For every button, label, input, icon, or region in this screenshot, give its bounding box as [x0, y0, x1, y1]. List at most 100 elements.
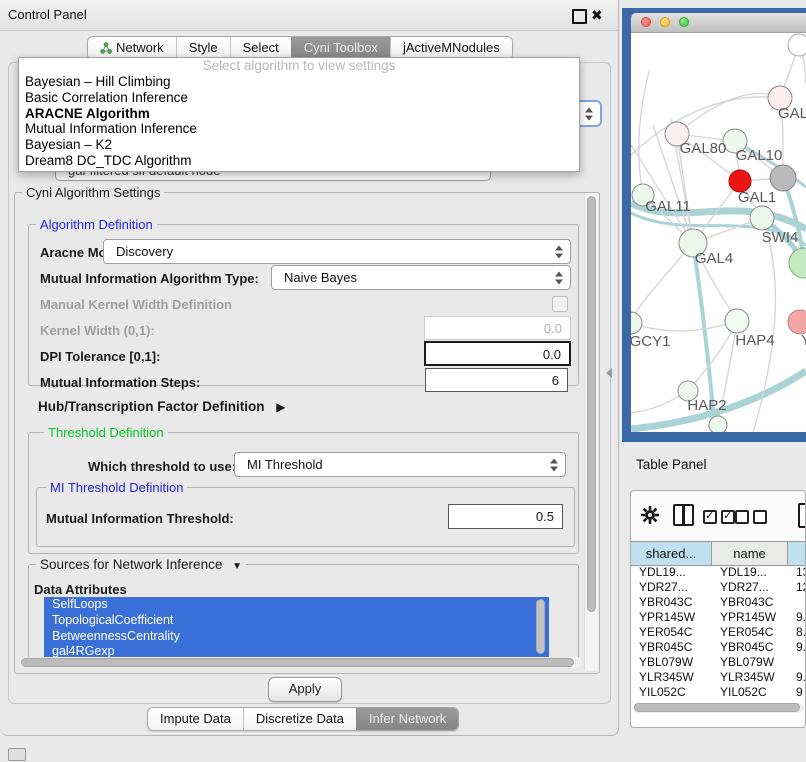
show-columns-icon[interactable]: [703, 510, 739, 529]
column-header-partial[interactable]: A: [788, 542, 806, 565]
table-cell[interactable]: 13: [788, 565, 806, 580]
algorithm-option[interactable]: Bayesian – Hill Climbing: [19, 74, 579, 90]
table-cell[interactable]: YBR043C: [631, 595, 712, 610]
network-node[interactable]: [770, 165, 796, 191]
settings-vscrollbar[interactable]: [584, 193, 598, 671]
table-row[interactable]: YBR043CYBR043C: [631, 595, 806, 610]
table-row[interactable]: YDR27...YDR27...12: [631, 580, 806, 595]
table-cell[interactable]: 12: [788, 580, 806, 595]
table-cell[interactable]: YLR345W: [712, 670, 788, 685]
network-edge[interactable]: [639, 71, 649, 195]
attribute-item[interactable]: TopologicalCoefficient: [44, 613, 549, 629]
attribute-item[interactable]: SelfLoops: [44, 597, 549, 613]
table-row[interactable]: YBL079WYBL079W: [631, 655, 806, 670]
table-cell[interactable]: YBR045C: [631, 640, 712, 655]
settings-hscrollbar[interactable]: [20, 657, 582, 668]
algorithm-option[interactable]: Dream8 DC_TDC Algorithm: [19, 153, 579, 169]
mi-steps-field[interactable]: 6: [425, 368, 568, 392]
minimize-traffic-light-icon[interactable]: [660, 17, 670, 27]
aracne-mode-combo[interactable]: Discovery: [103, 239, 571, 264]
attribute-item[interactable]: BetweennessCentrality: [44, 629, 549, 645]
algorithm-option[interactable]: Mutual Information Inference: [19, 121, 579, 137]
table-row[interactable]: YBR045CYBR045C9.: [631, 640, 806, 655]
table-cell[interactable]: YBR045C: [712, 640, 788, 655]
hub-section-label[interactable]: Hub/Transcription Factor Definition ▶: [38, 399, 286, 414]
algorithm-option[interactable]: ARACNE Algorithm: [19, 106, 579, 122]
table-cell[interactable]: YER054C: [631, 625, 712, 640]
network-node[interactable]: [788, 34, 806, 56]
mi-threshold-field[interactable]: 0.5: [448, 504, 563, 529]
tab-discretize-data[interactable]: Discretize Data: [243, 708, 356, 730]
gear-icon[interactable]: [640, 505, 660, 525]
hide-columns-icon[interactable]: [735, 510, 771, 529]
split-columns-icon[interactable]: [673, 504, 694, 526]
tab-style[interactable]: Style: [176, 37, 230, 59]
tab-infer-network[interactable]: Infer Network: [356, 708, 458, 730]
new-table-icon[interactable]: [798, 503, 806, 528]
network-edge[interactable]: [631, 321, 737, 331]
network-edge[interactable]: [631, 243, 693, 321]
table-cell[interactable]: YDR27...: [712, 580, 788, 595]
attribute-item[interactable]: gal4RGexp: [44, 644, 549, 657]
dpi-tolerance-field[interactable]: 0.0: [424, 341, 571, 366]
table-row[interactable]: YPR145WYPR145W9.: [631, 610, 806, 625]
table-cell[interactable]: YPR145W: [712, 610, 788, 625]
table-cell[interactable]: YLR345W: [631, 670, 712, 685]
close-panel-icon[interactable]: ✖: [591, 7, 603, 24]
network-edge[interactable]: [688, 321, 737, 391]
table-cell[interactable]: 9.: [788, 670, 806, 685]
table-cell[interactable]: YBR043C: [712, 595, 788, 610]
close-traffic-light-icon[interactable]: [641, 17, 651, 27]
sources-group-title[interactable]: Sources for Network Inference ▼: [36, 557, 246, 572]
network-node[interactable]: [725, 309, 749, 333]
table-hscrollbar[interactable]: [633, 703, 804, 713]
table-cell[interactable]: YBL079W: [712, 655, 788, 670]
tab-network[interactable]: Network: [88, 37, 176, 59]
column-header-shared-name[interactable]: shared...: [631, 542, 712, 565]
table-cell[interactable]: YBL079W: [631, 655, 712, 670]
table-cell[interactable]: YDL19...: [631, 565, 712, 580]
table-cell[interactable]: YDR27...: [631, 580, 712, 595]
algorithm-option[interactable]: Basic Correlation Inference: [19, 90, 579, 106]
control-panel-titlebar[interactable]: Control Panel ✖: [0, 0, 618, 31]
attributes-list-scrollbar[interactable]: [536, 599, 545, 654]
float-window-icon[interactable]: [572, 9, 587, 24]
network-node[interactable]: [789, 248, 806, 278]
tab-select[interactable]: Select: [230, 37, 291, 59]
table-rows[interactable]: YDL19...YDL19...13YDR27...YDR27...12YBR0…: [631, 565, 806, 702]
minimized-panel-icon[interactable]: [8, 748, 26, 761]
table-cell[interactable]: 8.: [788, 625, 806, 640]
mi-type-combo[interactable]: Naive Bayes: [271, 265, 571, 290]
network-node[interactable]: [631, 312, 642, 334]
table-cell[interactable]: YDL19...: [712, 565, 788, 580]
table-cell[interactable]: YER054C: [712, 625, 788, 640]
table-cell[interactable]: YPR145W: [631, 610, 712, 625]
table-cell[interactable]: 9: [788, 685, 806, 700]
table-cell[interactable]: 9.: [788, 640, 806, 655]
table-row[interactable]: YIL052CYIL052C9: [631, 685, 806, 700]
collapse-down-icon[interactable]: ▼: [232, 561, 242, 572]
algorithm-option[interactable]: Bayesian – K2: [19, 137, 579, 153]
expand-right-icon[interactable]: ▶: [276, 400, 285, 414]
tab-jactivemnodules[interactable]: jActiveMNodules: [390, 37, 512, 59]
table-row[interactable]: YDL19...YDL19...13: [631, 565, 806, 580]
zoom-traffic-light-icon[interactable]: [679, 17, 689, 27]
table-cell[interactable]: 9.: [788, 610, 806, 625]
network-node[interactable]: [750, 206, 774, 230]
network-canvas[interactable]: GALGAL80GAL10GAL1GAL11SWI4GAL4GCY1HAP4YH…: [631, 33, 806, 432]
table-cell[interactable]: YIL052C: [712, 685, 788, 700]
manual-kernel-checkbox[interactable]: [552, 296, 568, 312]
data-attributes-list[interactable]: SelfLoopsTopologicalCoefficientBetweenne…: [44, 597, 549, 657]
network-node[interactable]: [709, 416, 727, 432]
column-header-name[interactable]: name: [712, 542, 788, 565]
network-edge[interactable]: [677, 93, 780, 134]
tab-cyni-toolbox[interactable]: Cyni Toolbox: [291, 37, 390, 59]
table-row[interactable]: YLR345WYLR345W9.: [631, 670, 806, 685]
apply-button[interactable]: Apply: [268, 677, 342, 702]
table-row[interactable]: YER054CYER054C8.: [631, 625, 806, 640]
table-cell[interactable]: [788, 595, 806, 610]
table-cell[interactable]: [788, 655, 806, 670]
network-node[interactable]: [788, 310, 806, 334]
which-threshold-combo[interactable]: MI Threshold: [234, 452, 566, 477]
tab-impute-data[interactable]: Impute Data: [148, 708, 243, 730]
